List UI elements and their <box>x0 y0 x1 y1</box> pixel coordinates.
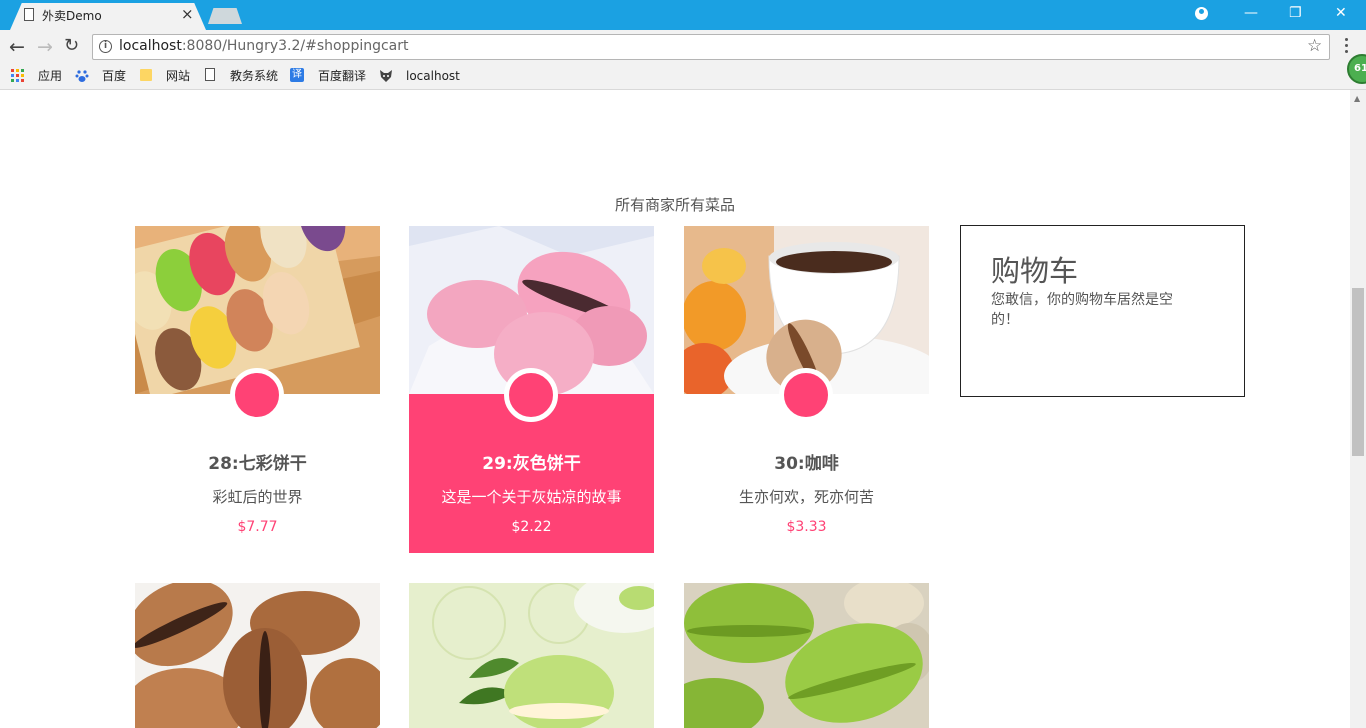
folder-icon <box>140 69 152 81</box>
scrollbar-thumb[interactable] <box>1352 288 1364 456</box>
back-arrow-icon[interactable]: ← <box>9 37 25 57</box>
page-scrollbar[interactable]: ▲ <box>1350 90 1366 728</box>
product-description: 彩虹后的世界 <box>212 488 303 506</box>
product-name: 29:灰色饼干 <box>482 454 581 474</box>
page-content: 所有商家所有菜品 28:七彩饼干 彩虹后的世界 $7.77 29:灰色饼干 这是… <box>0 90 1350 728</box>
translate-icon: 译 <box>290 68 304 82</box>
section-title: 所有商家所有菜品 <box>614 196 735 214</box>
bookmark-academic-system[interactable]: 教务系统 <box>230 69 278 83</box>
shopping-cart-panel: 购物车 您敢信，你的购物车居然是空的！ <box>960 225 1245 397</box>
url-text[interactable]: localhost:8080/Hungry3.2/#shoppingcart <box>119 38 409 54</box>
product-card[interactable]: 30:咖啡 生亦何欢，死亦何苦 $3.33 <box>684 226 929 553</box>
reload-icon[interactable]: ↻ <box>64 36 79 56</box>
bookmark-baidu-translate[interactable]: 百度翻译 <box>318 69 366 83</box>
tab-close-icon[interactable]: × <box>181 5 194 23</box>
menu-dots-icon[interactable] <box>1345 38 1349 54</box>
product-description: 这是一个关于灰姑凉的故事 <box>441 488 622 506</box>
bookmark-star-icon[interactable]: ☆ <box>1307 36 1322 56</box>
product-description: 生亦何欢，死亦何苦 <box>738 488 874 506</box>
info-icon[interactable]: i <box>99 40 112 53</box>
product-name: 28:七彩饼干 <box>208 454 307 474</box>
product-price: $7.77 <box>237 519 278 535</box>
product-price: $3.33 <box>786 519 827 535</box>
forward-arrow-icon[interactable]: → <box>37 37 53 57</box>
bookmark-websites[interactable]: 网站 <box>166 69 190 83</box>
restore-button[interactable]: ❐ <box>1289 4 1302 22</box>
product-price: $2.22 <box>511 519 552 535</box>
product-card[interactable]: 28:七彩饼干 彩虹后的世界 $7.77 <box>135 226 380 553</box>
product-card[interactable]: 29:灰色饼干 这是一个关于灰姑凉的故事 $2.22 <box>409 226 654 553</box>
product-card[interactable] <box>409 583 654 728</box>
product-image <box>684 583 929 728</box>
user-profile-icon[interactable] <box>1195 7 1208 20</box>
cart-title: 购物车 <box>991 254 1079 288</box>
new-tab-button[interactable] <box>208 8 242 24</box>
bookmark-apps[interactable]: 应用 <box>38 69 62 83</box>
cart-empty-message: 您敢信，你的购物车居然是空的！ <box>991 292 1173 328</box>
minimize-button[interactable]: — <box>1244 4 1258 22</box>
product-card[interactable] <box>684 583 929 728</box>
apps-grid-icon[interactable] <box>10 68 24 82</box>
tab-title: 外卖Demo <box>42 9 102 23</box>
product-dot <box>230 368 284 422</box>
browser-tab[interactable] <box>10 3 206 30</box>
product-image <box>135 583 380 728</box>
product-dot <box>504 368 558 422</box>
product-dot <box>779 368 833 422</box>
page-icon <box>205 68 215 81</box>
product-name: 30:咖啡 <box>774 454 839 474</box>
close-window-button[interactable]: ✕ <box>1335 4 1347 22</box>
window-titlebar <box>0 0 1366 30</box>
product-image <box>409 583 654 728</box>
product-card[interactable] <box>135 583 380 728</box>
scroll-up-arrow-icon[interactable]: ▲ <box>1354 94 1360 103</box>
bookmark-localhost[interactable]: localhost <box>406 69 460 83</box>
page-icon <box>24 8 34 21</box>
fox-icon <box>379 68 393 82</box>
bookmark-baidu[interactable]: 百度 <box>102 69 126 83</box>
baidu-paw-icon <box>75 68 89 82</box>
